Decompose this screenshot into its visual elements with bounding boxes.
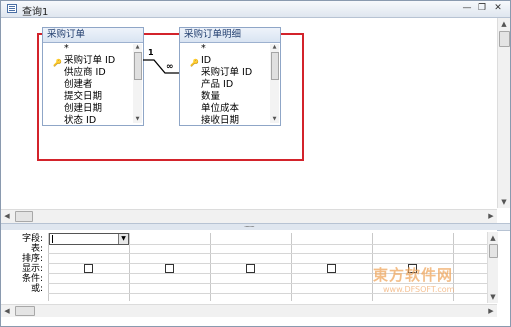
query-window-icon [7, 4, 17, 13]
row-label-table: 表: [30, 244, 43, 254]
join-line[interactable]: 1 ∞ [1, 18, 301, 138]
row-label-show: 显示: [21, 264, 43, 274]
text-cursor [52, 235, 53, 243]
scroll-right-icon[interactable]: ▶ [485, 210, 497, 222]
upper-vertical-scrollbar[interactable]: ▲ ▼ [497, 18, 510, 208]
minimize-button[interactable]: — [461, 3, 473, 14]
grid-row-divider [48, 253, 496, 254]
row-label-or: 或: [30, 284, 43, 294]
scroll-up-icon[interactable]: ▲ [488, 232, 498, 244]
watermark-logo: 東方软件网 [373, 266, 454, 284]
grid-row-labels: 字段: 表: 排序: 显示: 条件: 或: [1, 234, 47, 294]
scroll-left-icon[interactable]: ◀ [1, 210, 13, 222]
restore-button[interactable]: ❐ [476, 3, 488, 14]
show-checkbox[interactable] [327, 264, 336, 273]
scroll-thumb[interactable] [15, 306, 35, 316]
query-window: 查询1 — ❐ ✕ 采购订单 * 🔑 采购订单 ID 供应商 ID 创建者 提交日期 创建日… [0, 0, 511, 327]
show-checkbox[interactable] [246, 264, 255, 273]
chevron-down-icon[interactable]: ▼ [118, 234, 128, 244]
table-design-pane[interactable]: 采购订单 * 🔑 采购订单 ID 供应商 ID 创建者 提交日期 创建日期 状态 ID ▲ ▼… [1, 18, 510, 210]
scroll-thumb[interactable] [15, 211, 33, 222]
scroll-thumb[interactable] [489, 244, 498, 258]
watermark: 東方软件网 www.DFSOFT.com [373, 264, 493, 294]
field-combobox[interactable]: ▼ [49, 233, 129, 245]
scroll-right-icon[interactable]: ▶ [485, 305, 497, 317]
row-label-criteria: 条件: [21, 274, 43, 284]
upper-horizontal-scrollbar[interactable]: ◀ ▶ [1, 209, 497, 223]
splitter-grip-icon: ········ [244, 223, 255, 231]
row-label-sort: 排序: [21, 254, 43, 264]
window-title: 查询1 [22, 7, 49, 18]
title-bar: 查询1 — ❐ ✕ [1, 1, 510, 18]
scroll-up-icon[interactable]: ▲ [498, 18, 510, 30]
show-checkbox[interactable] [84, 264, 93, 273]
watermark-url: www.DFSOFT.com [383, 285, 455, 294]
scroll-left-icon[interactable]: ◀ [1, 305, 13, 317]
grid-horizontal-scrollbar[interactable]: ◀ ▶ [1, 304, 497, 317]
many-side-label: ∞ [166, 62, 174, 72]
scroll-down-icon[interactable]: ▼ [498, 196, 510, 208]
scroll-thumb[interactable] [499, 31, 510, 47]
close-button[interactable]: ✕ [492, 3, 504, 14]
row-label-field: 字段: [21, 234, 43, 244]
show-checkbox[interactable] [165, 264, 174, 273]
one-side-label: 1 [148, 48, 154, 57]
